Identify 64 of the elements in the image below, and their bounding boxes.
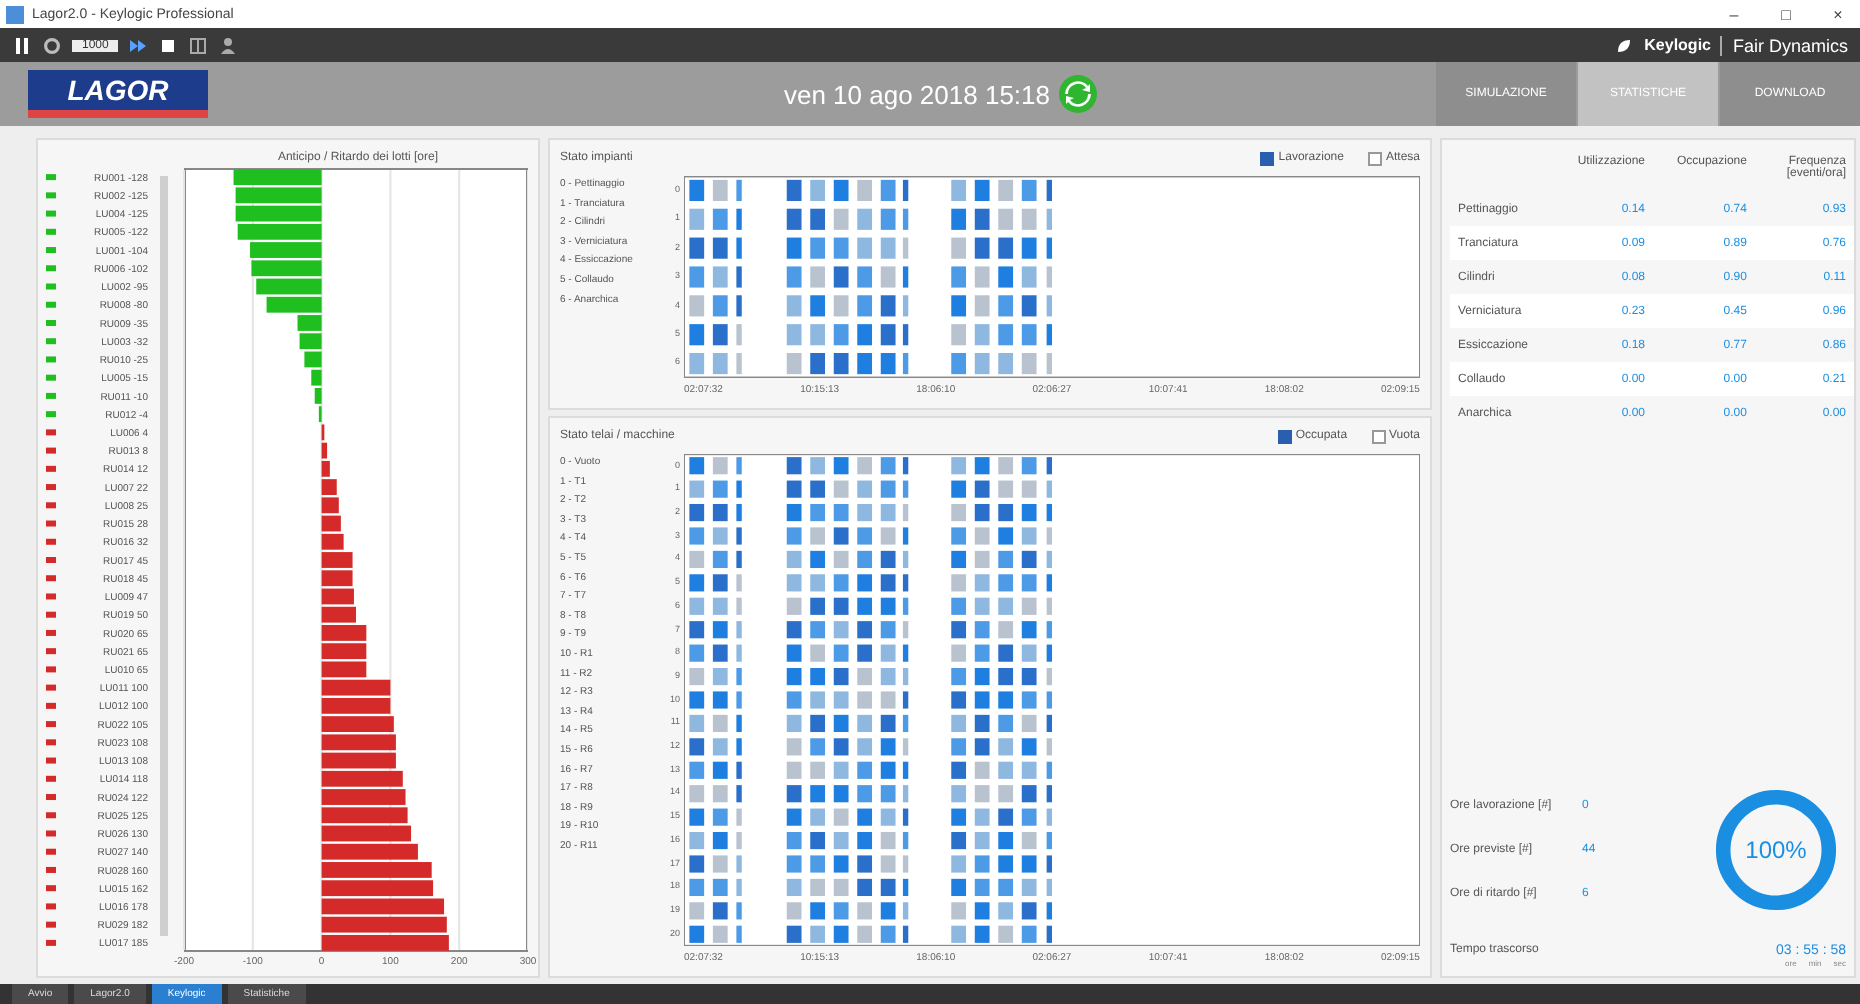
brand-name: Keylogic [1644, 36, 1711, 54]
radio-button[interactable] [1260, 151, 1275, 165]
legend-swatch [46, 757, 56, 764]
legend-swatch [46, 465, 56, 472]
legend-swatch [46, 848, 56, 855]
legend-swatch [46, 575, 56, 582]
scrollbar[interactable] [160, 176, 168, 936]
radio-button[interactable] [1277, 429, 1292, 443]
legend-swatch [46, 921, 56, 928]
logo: LAGOR [28, 70, 208, 118]
stop-icon[interactable] [158, 35, 179, 55]
legend-swatch [46, 374, 56, 381]
window-control[interactable]: □ [1764, 5, 1808, 23]
legend-swatch [46, 210, 56, 217]
legend-swatch [46, 739, 56, 746]
legend-swatch [46, 247, 56, 254]
app-icon [6, 5, 24, 23]
legend-swatch [46, 830, 56, 837]
grid-icon[interactable] [188, 35, 209, 55]
legend-swatch [46, 866, 56, 873]
legend-swatch [46, 283, 56, 290]
legend-swatch [46, 939, 56, 946]
person-icon[interactable] [218, 35, 239, 55]
legend-swatch [46, 429, 56, 436]
legend-swatch [46, 502, 56, 509]
legend-swatch [46, 611, 56, 618]
radio-button[interactable] [1367, 151, 1382, 165]
leaf-icon [1614, 35, 1635, 55]
product-name: Fair Dynamics [1732, 35, 1848, 55]
pause-icon[interactable] [12, 35, 32, 55]
legend-swatch [46, 648, 56, 655]
legend-swatch [46, 666, 56, 673]
legend-swatch [46, 885, 56, 892]
window-control[interactable]: × [1816, 5, 1860, 23]
legend-swatch [46, 392, 56, 399]
legend-swatch [46, 338, 56, 345]
window-control[interactable]: – [1712, 5, 1756, 23]
legend-swatch [46, 192, 56, 199]
fast-forward-icon[interactable] [128, 35, 149, 55]
legend-swatch [46, 265, 56, 272]
legend-swatch [46, 794, 56, 800]
legend-swatch [46, 593, 56, 600]
legend-swatch [46, 903, 56, 910]
radio-button[interactable] [1371, 429, 1386, 443]
legend-swatch [46, 775, 56, 782]
legend-swatch [46, 484, 56, 491]
legend-swatch [46, 557, 56, 563]
legend-swatch [46, 301, 56, 308]
legend-swatch [46, 812, 56, 819]
legend-swatch [46, 721, 56, 728]
date-time: ven 10 ago 2018 15:18 [783, 79, 1050, 109]
legend-swatch [46, 629, 56, 636]
legend-swatch [46, 684, 56, 691]
legend-swatch [46, 411, 56, 418]
legend-swatch [46, 320, 56, 326]
legend-swatch [46, 228, 56, 235]
legend-swatch [46, 702, 56, 709]
legend-swatch [46, 447, 56, 454]
legend-swatch [46, 538, 56, 545]
refresh-icon[interactable] [1058, 74, 1098, 114]
legend-swatch [46, 520, 56, 527]
legend-swatch [46, 356, 56, 363]
legend-swatch [46, 174, 56, 181]
progress-donut: 100% [1710, 784, 1842, 916]
